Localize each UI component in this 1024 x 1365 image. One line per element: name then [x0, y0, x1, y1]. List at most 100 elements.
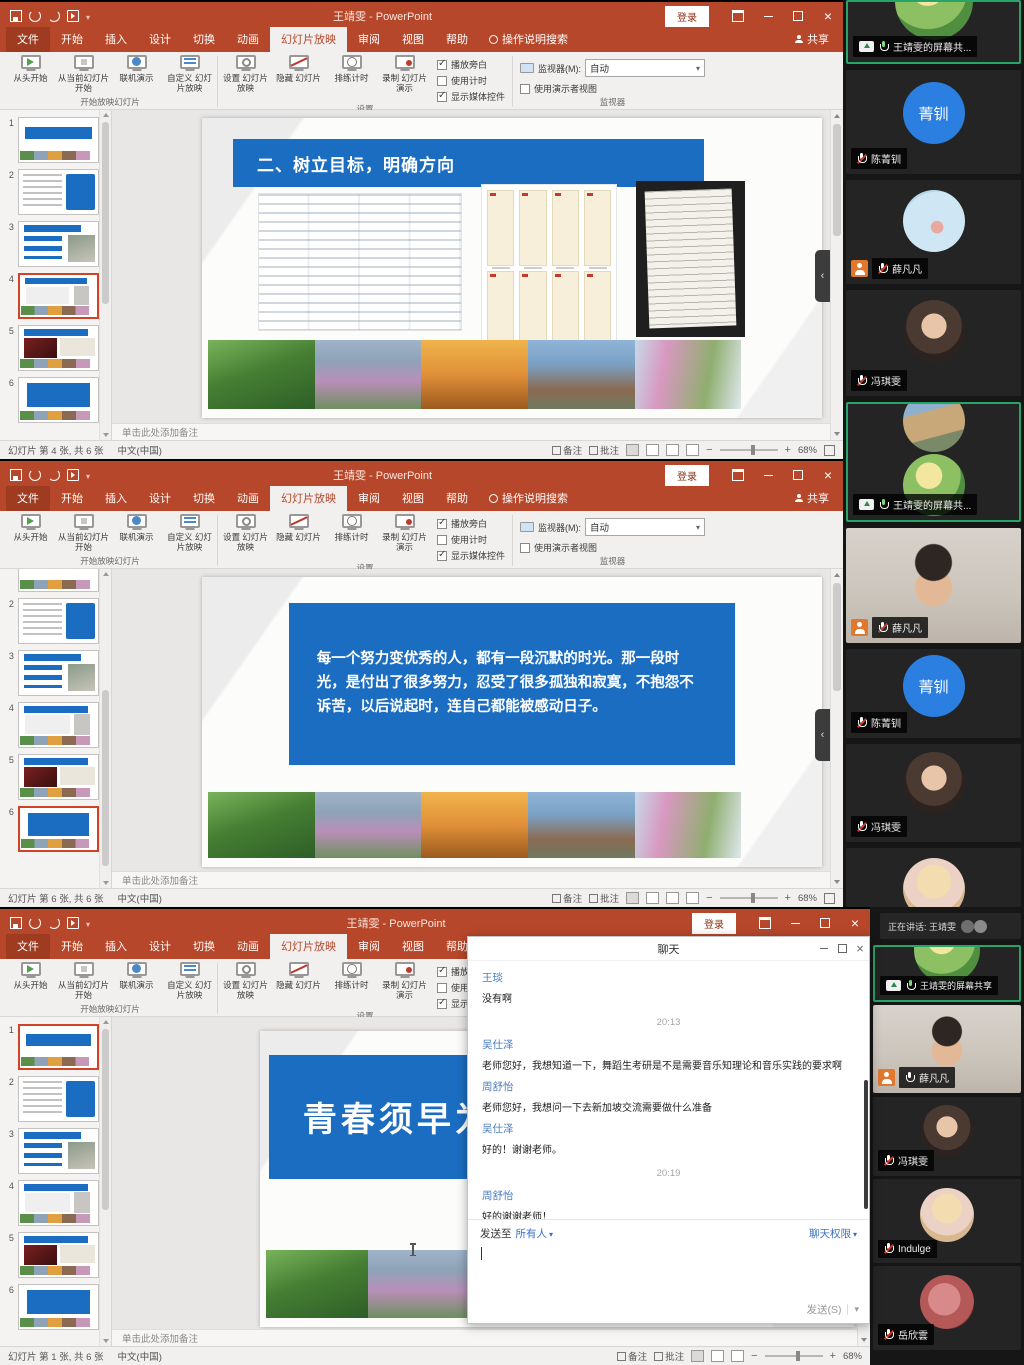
participant-tile[interactable]: 岳欣雲	[873, 1266, 1021, 1350]
language-indicator[interactable]: 中文(中国)	[118, 443, 162, 457]
ribbon-button-hide-slide[interactable]: 隐藏 幻灯片	[272, 961, 325, 991]
thumbnail-slide-3[interactable]	[18, 221, 99, 267]
monitor-select[interactable]: 自动	[585, 59, 705, 77]
normal-view-button[interactable]	[626, 444, 639, 456]
redo-icon[interactable]	[48, 469, 60, 481]
login-button[interactable]: 登录	[665, 465, 709, 486]
vertical-scrollbar[interactable]	[830, 110, 843, 440]
ribbon-button-custom-slideshow[interactable]: 自定义 幻灯片放映	[163, 513, 216, 553]
participant-tile-screenshare[interactable]: 王靖雯的屏幕共...	[846, 0, 1021, 64]
zoom-level[interactable]: 68%	[798, 445, 817, 456]
slideshow-view-button[interactable]	[686, 892, 699, 904]
ribbon-display-options-icon[interactable]	[723, 2, 753, 30]
zoom-out-button[interactable]: −	[706, 892, 712, 904]
zoom-slider[interactable]	[720, 897, 778, 899]
slide-title-banner[interactable]: 二、树立目标，明确方向	[233, 139, 704, 187]
slide-sorter-view-button[interactable]	[646, 892, 659, 904]
tab-help[interactable]: 帮助	[435, 486, 479, 511]
ribbon-button-record-slideshow[interactable]: 录制 幻灯片演示	[378, 54, 431, 94]
minimize-icon[interactable]	[753, 461, 783, 489]
tab-slideshow[interactable]: 幻灯片放映	[270, 934, 347, 959]
ribbon-button-record-slideshow[interactable]: 录制 幻灯片演示	[378, 961, 431, 1001]
fit-to-window-button[interactable]	[824, 445, 835, 456]
save-icon[interactable]	[10, 917, 22, 929]
undo-icon[interactable]	[29, 469, 41, 481]
share-button[interactable]: 共享	[781, 486, 843, 511]
fit-to-window-button[interactable]	[824, 893, 835, 904]
close-icon[interactable]	[813, 2, 843, 30]
ribbon-button-from-current-slide[interactable]: 从当前幻灯片 开始	[57, 54, 110, 94]
zoom-in-button[interactable]: +	[785, 892, 791, 904]
tab-animations[interactable]: 动画	[226, 27, 270, 52]
use-timings-checkbox[interactable]	[437, 535, 447, 545]
minimize-icon[interactable]	[753, 2, 783, 30]
play-narrations-checkbox[interactable]	[437, 60, 447, 70]
share-button[interactable]: 共享	[781, 27, 843, 52]
login-button[interactable]: 登录	[665, 6, 709, 27]
panel-toggle[interactable]: ‹	[815, 250, 830, 302]
slide-editor[interactable]: 二、树立目标，明确方向	[202, 118, 822, 418]
presenter-view-checkbox[interactable]	[520, 543, 530, 553]
participant-tile[interactable]: 菁钏 陈菁钏	[846, 70, 1021, 174]
redo-icon[interactable]	[48, 10, 60, 22]
chat-message-list[interactable]: 王琰 没有啊 20:13 吴仕泽 老师您好，我想知道一下，舞蹈生考研是不是需要音…	[468, 961, 869, 1219]
ribbon-button-from-beginning[interactable]: 从头开始	[4, 54, 57, 84]
thumbnail-slide-2[interactable]	[18, 1076, 99, 1122]
ribbon-button-present-online[interactable]: 联机演示	[110, 961, 163, 991]
tab-home[interactable]: 开始	[50, 486, 94, 511]
redo-icon[interactable]	[48, 917, 60, 929]
minimize-icon[interactable]	[780, 909, 810, 937]
thumbnail-slide-6-selected[interactable]	[18, 806, 99, 852]
qat-customize-icon[interactable]	[86, 7, 90, 25]
play-narrations-checkbox[interactable]	[437, 967, 447, 977]
thumbnail-scrollbar[interactable]	[99, 569, 111, 888]
participant-tile-video[interactable]: 薛凡凡	[846, 528, 1021, 643]
language-indicator[interactable]: 中文(中国)	[118, 1349, 162, 1363]
tab-home[interactable]: 开始	[50, 27, 94, 52]
tab-transitions[interactable]: 切换	[182, 486, 226, 511]
tab-review[interactable]: 审阅	[347, 27, 391, 52]
monitor-select[interactable]: 自动	[585, 518, 705, 536]
tab-view[interactable]: 视图	[391, 27, 435, 52]
tab-slideshow[interactable]: 幻灯片放映	[270, 27, 347, 52]
zoom-in-button[interactable]: +	[785, 444, 791, 456]
slide-image-certificates[interactable]	[481, 184, 617, 352]
thumbnail-slide-1[interactable]	[18, 117, 99, 163]
slide-quote-box[interactable]: 每一个努力变优秀的人，都有一段沉默的时光。那一段时光，是付出了很多努力，忍受了很…	[289, 603, 735, 765]
ribbon-button-rehearse-timings[interactable]: 排练计时	[325, 513, 378, 543]
slide-photo-strip[interactable]	[208, 340, 741, 409]
thumbnail-slide-4-selected[interactable]	[18, 273, 99, 319]
save-icon[interactable]	[10, 10, 22, 22]
chat-minimize-icon[interactable]	[815, 940, 833, 958]
ribbon-button-setup-slideshow[interactable]: 设置 幻灯片放映	[219, 513, 272, 553]
participant-tile[interactable]	[846, 848, 1021, 907]
tab-file[interactable]: 文件	[6, 27, 50, 52]
tab-design[interactable]: 设计	[138, 934, 182, 959]
ribbon-button-hide-slide[interactable]: 隐藏 幻灯片	[272, 513, 325, 543]
normal-view-button[interactable]	[691, 1350, 704, 1362]
start-slideshow-icon[interactable]	[67, 917, 79, 929]
start-slideshow-icon[interactable]	[67, 10, 79, 22]
tab-file[interactable]: 文件	[6, 934, 50, 959]
ribbon-button-rehearse-timings[interactable]: 排练计时	[325, 961, 378, 991]
chat-close-icon[interactable]	[851, 940, 869, 958]
participant-tile[interactable]: 菁钏 陈菁钏	[846, 649, 1021, 738]
ribbon-button-from-current-slide[interactable]: 从当前幻灯片 开始	[57, 961, 110, 1001]
ribbon-button-setup-slideshow[interactable]: 设置 幻灯片放映	[219, 961, 272, 1001]
tell-me-search[interactable]: 操作说明搜索	[479, 27, 578, 52]
zoom-out-button[interactable]: −	[751, 1350, 757, 1362]
tab-design[interactable]: 设计	[138, 486, 182, 511]
panel-toggle[interactable]: ‹	[815, 709, 830, 761]
show-media-controls-checkbox[interactable]	[437, 92, 447, 102]
ribbon-button-from-current-slide[interactable]: 从当前幻灯片 开始	[57, 513, 110, 553]
tab-animations[interactable]: 动画	[226, 934, 270, 959]
tab-insert[interactable]: 插入	[94, 486, 138, 511]
show-media-controls-checkbox[interactable]	[437, 551, 447, 561]
reading-view-button[interactable]	[731, 1350, 744, 1362]
thumbnail-slide-4[interactable]	[18, 702, 99, 748]
slide-sorter-view-button[interactable]	[646, 444, 659, 456]
slide-photo-strip[interactable]	[208, 792, 741, 859]
show-media-controls-checkbox[interactable]	[437, 999, 447, 1009]
participant-tile[interactable]: 冯琪雯	[873, 1097, 1021, 1176]
thumbnail-slide-5[interactable]	[18, 325, 99, 371]
